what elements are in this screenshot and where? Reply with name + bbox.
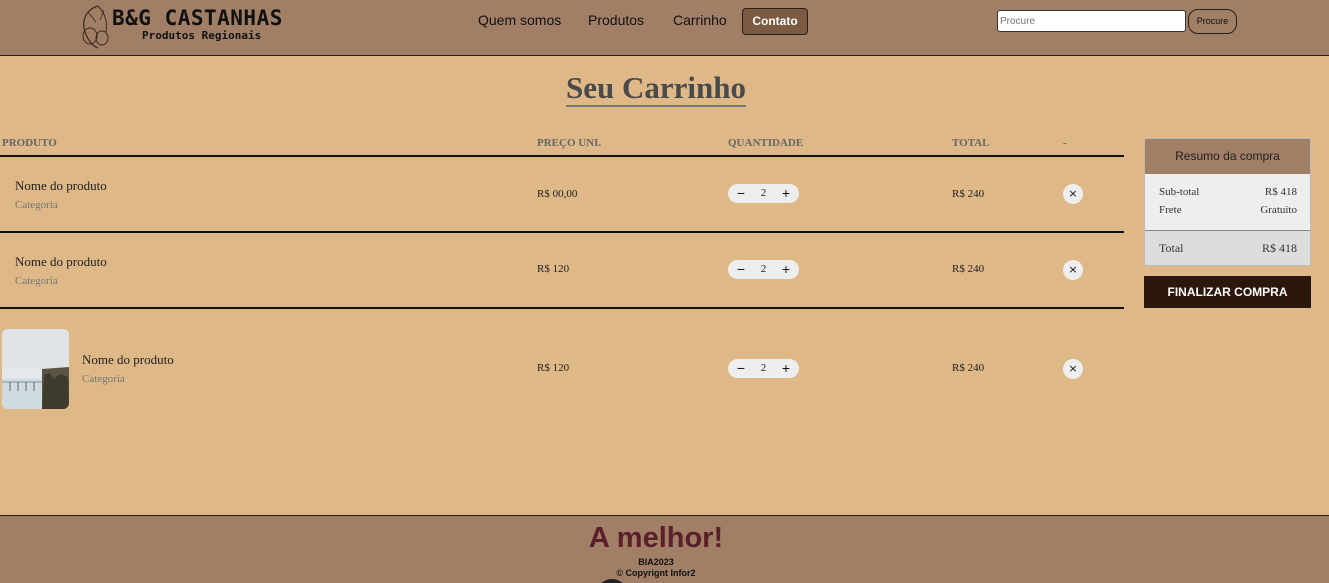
table-row: Nome do produto Categoria R$ 120 − 2 + R… [0,309,1124,419]
unit-price: R$ 00,00 [537,188,578,200]
site-header: B&G CASTANHAS Produtos Regionais Quem so… [0,0,1329,56]
checkout-button[interactable]: FINALIZAR COMPRA [1144,276,1311,308]
footer-logo-icon [596,579,628,583]
col-header-total: TOTAL [952,137,990,149]
summary-title: Resumo da compra [1145,139,1310,174]
summary-total-row: Total R$ 418 [1145,230,1310,265]
logo-title: B&G CASTANHAS [112,6,283,30]
footer-line-1: BIA2023 [638,557,674,567]
quantity-stepper: − 2 + [728,260,799,279]
site-footer: A melhor! BIA2023 © Copyrignt Infor2 [0,515,1329,583]
page-title: Seu Carrinho [0,70,1312,107]
product-name[interactable]: Nome do produto [15,178,107,194]
product-category: Categoria [82,373,125,385]
quantity-stepper: − 2 + [728,184,799,203]
footer-copyright: © Copyrignt Infor2 [616,568,696,578]
unit-price: R$ 120 [537,362,570,374]
product-name[interactable]: Nome do produto [15,254,107,270]
total-value: R$ 418 [1261,241,1297,255]
product-image[interactable] [2,329,69,409]
search-input[interactable] [997,10,1186,32]
qty-value[interactable]: 2 [750,359,777,378]
qty-decrease-button[interactable]: − [730,184,752,203]
contact-button[interactable]: Contato [742,8,808,35]
product-name[interactable]: Nome do produto [82,352,174,368]
unit-price: R$ 120 [537,263,570,275]
table-row: Nome do produto Categoria R$ 120 − 2 + R… [0,233,1124,307]
qty-increase-button[interactable]: + [775,359,797,378]
footer-title: A melhor! [588,522,724,554]
nav-carrinho[interactable]: Carrinho [673,12,727,28]
product-category: Categoria [15,199,58,211]
col-header-remove: - [1063,137,1067,149]
col-header-quantidade: QUANTIDADE [728,137,804,149]
qty-increase-button[interactable]: + [775,260,797,279]
page-title-text: Seu Carrinho [566,70,746,107]
line-total: R$ 240 [952,362,985,374]
line-total: R$ 240 [952,188,985,200]
product-category: Categoria [15,275,58,287]
remove-item-button[interactable]: × [1063,260,1083,280]
qty-decrease-button[interactable]: − [730,260,752,279]
table-row: Nome do produto Categoria R$ 00,00 − 2 +… [0,157,1124,231]
nav-quem-somos[interactable]: Quem somos [478,12,561,28]
shipping-label: Frete [1159,204,1182,216]
remove-item-button[interactable]: × [1063,184,1083,204]
col-header-produto: PRODUTO [2,137,57,149]
logo[interactable]: B&G CASTANHAS Produtos Regionais [78,2,288,49]
qty-increase-button[interactable]: + [775,184,797,203]
qty-value[interactable]: 2 [750,184,777,203]
subtotal-value: R$ 418 [1264,186,1297,198]
product-photo-image [2,329,69,409]
quantity-stepper: − 2 + [728,359,799,378]
col-header-preco: PREÇO UNI. [537,137,602,149]
remove-item-button[interactable]: × [1063,359,1083,379]
subtotal-label: Sub-total [1159,186,1200,198]
nav-produtos[interactable]: Produtos [588,12,644,28]
shipping-value: Gratuito [1260,204,1297,216]
logo-subtitle: Produtos Regionais [142,29,262,42]
line-total: R$ 240 [952,263,985,275]
qty-value[interactable]: 2 [750,260,777,279]
search-button[interactable]: Procure [1188,9,1237,34]
order-summary: Resumo da compra Sub-total R$ 418 Frete … [1144,138,1311,266]
total-label: Total [1159,241,1184,255]
qty-decrease-button[interactable]: − [730,359,752,378]
